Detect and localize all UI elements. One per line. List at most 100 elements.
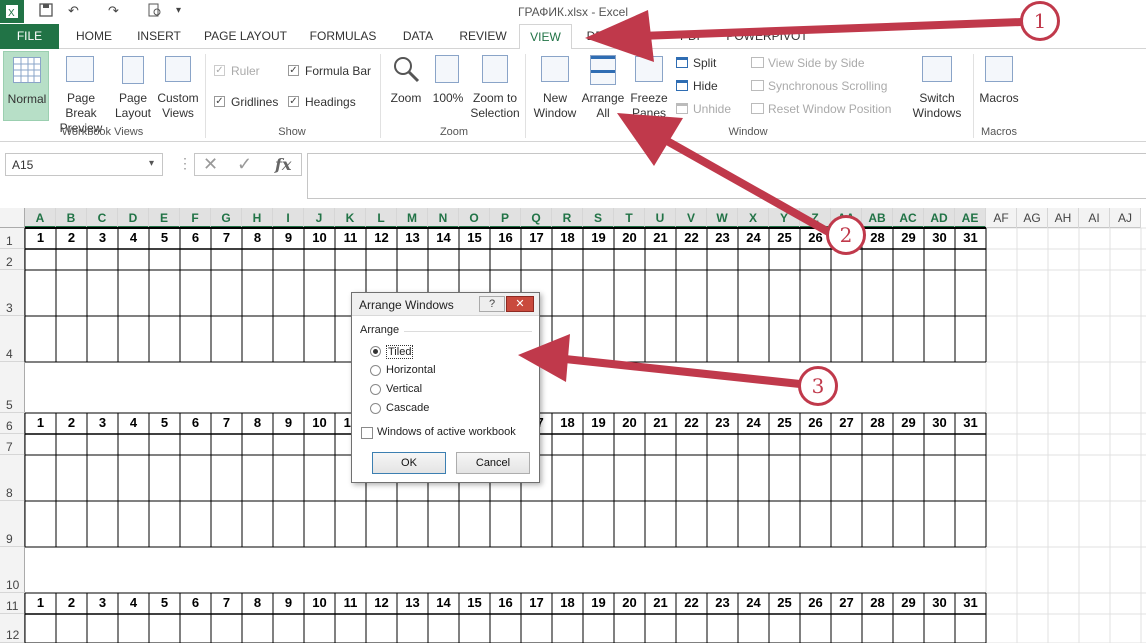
day-number-cell[interactable]: 4 (118, 595, 149, 610)
day-number-cell[interactable]: 22 (676, 415, 707, 430)
day-number-cell[interactable]: 24 (738, 230, 769, 245)
day-number-cell[interactable]: 9 (273, 230, 304, 245)
day-number-cell[interactable]: 31 (955, 595, 986, 610)
day-number-cell[interactable]: 8 (242, 230, 273, 245)
day-number-cell[interactable]: 2 (56, 230, 87, 245)
day-number-cell[interactable]: 18 (552, 415, 583, 430)
day-number-cell[interactable]: 10 (304, 415, 335, 430)
day-number-cell[interactable]: 29 (893, 595, 924, 610)
day-number-cell[interactable]: 15 (459, 595, 490, 610)
day-number-cell[interactable]: 27 (831, 415, 862, 430)
ok-button[interactable]: OK (372, 452, 446, 474)
day-number-cell[interactable]: 28 (862, 415, 893, 430)
radio-horizontal[interactable] (370, 365, 381, 376)
day-number-cell[interactable]: 2 (56, 415, 87, 430)
day-number-cell[interactable]: 13 (397, 230, 428, 245)
day-number-cell[interactable]: 23 (707, 230, 738, 245)
day-number-cell[interactable]: 4 (118, 415, 149, 430)
radio-tiled-label[interactable]: Tiled (386, 345, 414, 359)
close-button[interactable]: ✕ (506, 296, 534, 312)
day-number-cell[interactable]: 21 (645, 595, 676, 610)
day-number-cell[interactable]: 9 (273, 595, 304, 610)
day-number-cell[interactable]: 5 (149, 230, 180, 245)
day-number-cell[interactable]: 26 (800, 415, 831, 430)
day-number-cell[interactable]: 13 (397, 595, 428, 610)
day-number-cell[interactable]: 28 (862, 230, 893, 245)
day-number-cell[interactable]: 5 (149, 595, 180, 610)
day-number-cell[interactable]: 3 (87, 415, 118, 430)
day-number-cell[interactable]: 30 (924, 595, 955, 610)
day-number-cell[interactable]: 19 (583, 415, 614, 430)
close-icon: ✕ (515, 298, 525, 310)
day-number-cell[interactable]: 11 (335, 595, 366, 610)
day-number-cell[interactable]: 30 (924, 230, 955, 245)
day-number-cell[interactable]: 22 (676, 230, 707, 245)
day-number-cell[interactable]: 26 (800, 595, 831, 610)
day-number-cell[interactable]: 31 (955, 230, 986, 245)
day-number-cell[interactable]: 16 (490, 230, 521, 245)
day-number-cell[interactable]: 27 (831, 595, 862, 610)
day-number-cell[interactable]: 17 (521, 595, 552, 610)
day-number-cell[interactable]: 2 (56, 595, 87, 610)
day-number-cell[interactable]: 20 (614, 595, 645, 610)
day-number-cell[interactable]: 1 (25, 230, 56, 245)
day-number-cell[interactable]: 6 (180, 595, 211, 610)
day-number-cell[interactable]: 4 (118, 230, 149, 245)
day-number-cell[interactable]: 19 (583, 595, 614, 610)
day-number-cell[interactable]: 6 (180, 415, 211, 430)
day-number-cell[interactable]: 23 (707, 415, 738, 430)
day-number-cell[interactable]: 19 (583, 230, 614, 245)
day-number-cell[interactable]: 21 (645, 230, 676, 245)
day-number-cell[interactable]: 25 (769, 595, 800, 610)
day-number-cell[interactable]: 18 (552, 230, 583, 245)
day-number-cell[interactable]: 21 (645, 415, 676, 430)
day-number-cell[interactable]: 29 (893, 230, 924, 245)
day-number-cell[interactable]: 17 (521, 230, 552, 245)
day-number-cell[interactable]: 25 (769, 230, 800, 245)
day-number-cell[interactable]: 10 (304, 230, 335, 245)
cancel-button[interactable]: Cancel (456, 452, 530, 474)
radio-vertical-label[interactable]: Vertical (386, 383, 422, 395)
day-number-cell[interactable]: 14 (428, 595, 459, 610)
day-number-cell[interactable]: 8 (242, 415, 273, 430)
day-number-cell[interactable]: 5 (149, 415, 180, 430)
radio-tiled[interactable] (370, 346, 381, 357)
day-number-cell[interactable]: 31 (955, 415, 986, 430)
radio-cascade[interactable] (370, 403, 381, 414)
radio-cascade-label[interactable]: Cascade (386, 402, 429, 414)
day-number-cell[interactable]: 11 (335, 230, 366, 245)
active-workbook-label[interactable]: Windows of active workbook (377, 426, 516, 438)
day-number-cell[interactable]: 25 (769, 415, 800, 430)
day-number-cell[interactable]: 7 (211, 230, 242, 245)
day-number-cell[interactable]: 24 (738, 595, 769, 610)
day-number-cell[interactable]: 15 (459, 230, 490, 245)
radio-vertical[interactable] (370, 384, 381, 395)
day-number-cell[interactable]: 1 (25, 415, 56, 430)
day-number-cell[interactable]: 3 (87, 595, 118, 610)
day-number-cell[interactable]: 14 (428, 230, 459, 245)
radio-horizontal-label[interactable]: Horizontal (386, 364, 436, 376)
day-number-cell[interactable]: 10 (304, 595, 335, 610)
day-number-cell[interactable]: 18 (552, 595, 583, 610)
dialog-title: Arrange Windows (359, 298, 454, 312)
day-number-cell[interactable]: 28 (862, 595, 893, 610)
day-number-cell[interactable]: 8 (242, 595, 273, 610)
day-number-cell[interactable]: 6 (180, 230, 211, 245)
day-number-cell[interactable]: 30 (924, 415, 955, 430)
help-button[interactable]: ? (479, 296, 505, 312)
day-number-cell[interactable]: 7 (211, 415, 242, 430)
day-number-cell[interactable]: 20 (614, 415, 645, 430)
day-number-cell[interactable]: 7 (211, 595, 242, 610)
day-number-cell[interactable]: 3 (87, 230, 118, 245)
day-number-cell[interactable]: 1 (25, 595, 56, 610)
day-number-cell[interactable]: 12 (366, 595, 397, 610)
day-number-cell[interactable]: 22 (676, 595, 707, 610)
day-number-cell[interactable]: 29 (893, 415, 924, 430)
day-number-cell[interactable]: 20 (614, 230, 645, 245)
day-number-cell[interactable]: 12 (366, 230, 397, 245)
active-workbook-checkbox[interactable] (361, 427, 373, 439)
day-number-cell[interactable]: 9 (273, 415, 304, 430)
day-number-cell[interactable]: 16 (490, 595, 521, 610)
day-number-cell[interactable]: 23 (707, 595, 738, 610)
day-number-cell[interactable]: 24 (738, 415, 769, 430)
